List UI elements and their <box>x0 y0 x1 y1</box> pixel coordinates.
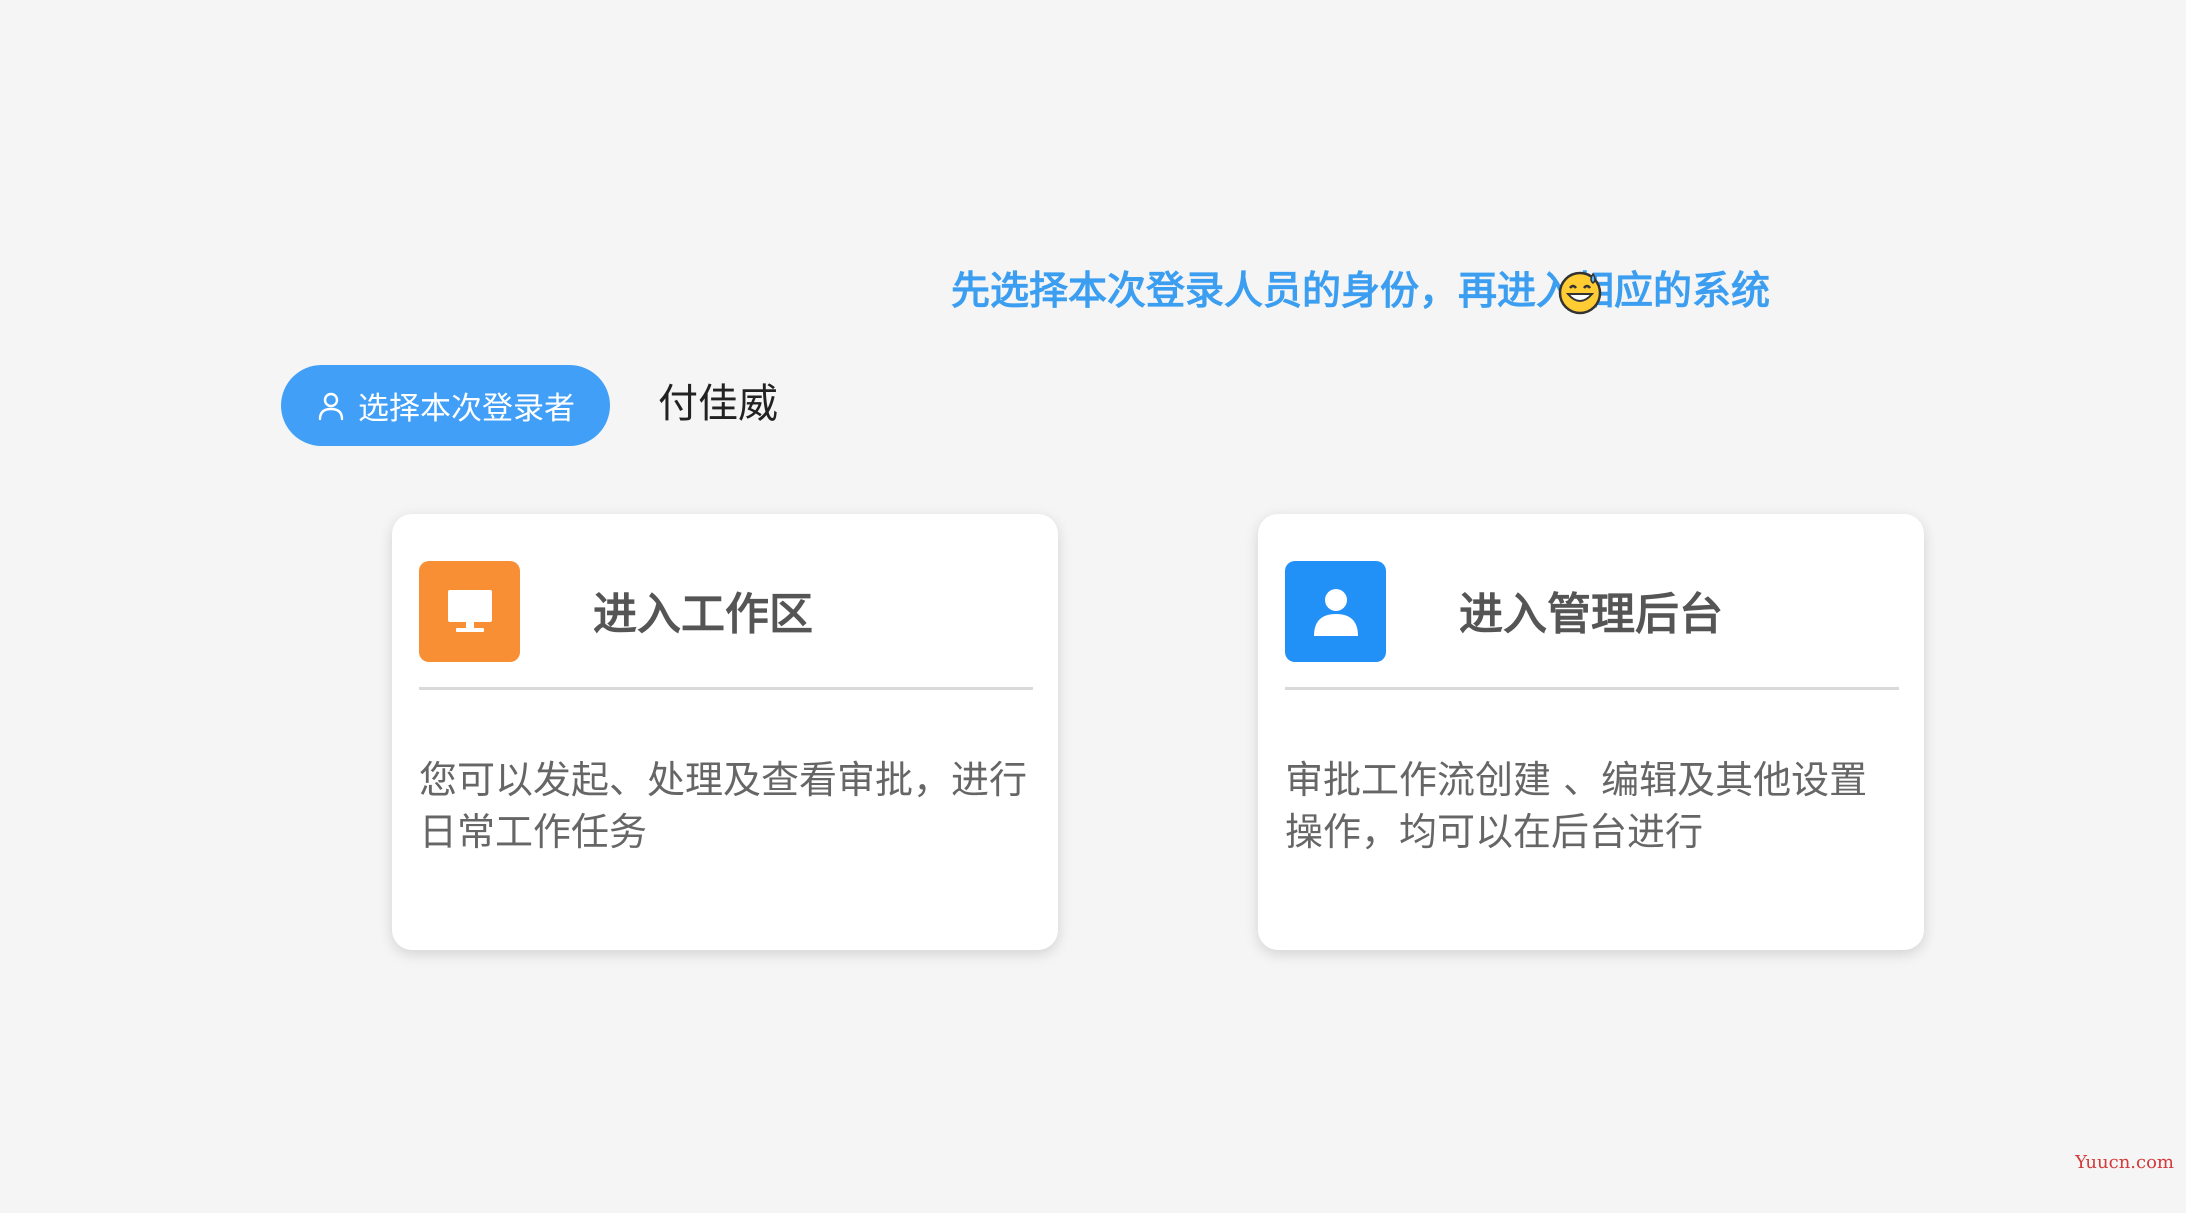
admin-icon-box <box>1285 561 1386 662</box>
headline: 先选择本次登录人员的身份，再进入相应的系统 <box>950 269 1770 314</box>
admin-card-divider <box>1285 687 1899 690</box>
workspace-card-description: 您可以发起、处理及查看审批，进行日常工作任务 <box>419 758 1028 854</box>
grinning-sweat-emoji-icon <box>1558 271 1602 315</box>
workspace-card-title: 进入工作区 <box>593 589 813 640</box>
admin-card-title: 进入管理后台 <box>1459 589 1723 640</box>
admin-card-description: 审批工作流创建 、编辑及其他设置操作，均可以在后台进行 <box>1285 758 1868 854</box>
workspace-card-divider <box>419 687 1033 690</box>
admin-user-icon <box>1313 588 1358 636</box>
select-login-user-button[interactable]: 选择本次登录者 <box>281 365 610 446</box>
watermark: Yuucn.com <box>2075 1152 2174 1173</box>
admin-card[interactable]: 进入管理后台 审批工作流创建 、编辑及其他设置操作，均可以在后台进行 <box>1258 514 1924 950</box>
select-login-user-label: 选择本次登录者 <box>358 391 575 427</box>
workspace-icon-box <box>419 561 520 662</box>
workspace-card[interactable]: 进入工作区 您可以发起、处理及查看审批，进行日常工作任务 <box>392 514 1058 950</box>
selected-user-name: 付佳威 <box>658 381 778 427</box>
monitor-icon <box>447 589 492 632</box>
user-icon <box>318 392 344 420</box>
